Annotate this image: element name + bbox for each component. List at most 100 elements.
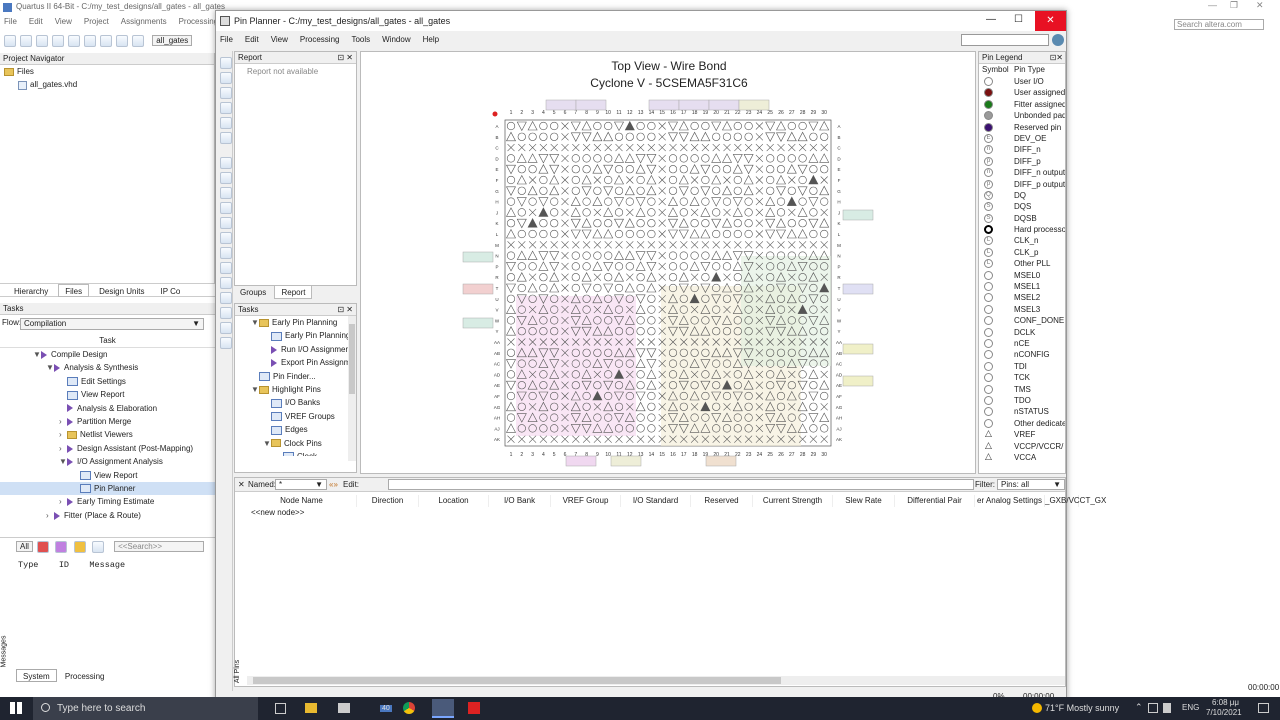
package-pin[interactable] bbox=[658, 273, 666, 281]
package-pin[interactable] bbox=[690, 121, 699, 131]
package-pin[interactable] bbox=[636, 132, 645, 141]
io-bank-box[interactable] bbox=[842, 343, 874, 355]
package-pin[interactable] bbox=[809, 435, 818, 443]
package-pin[interactable] bbox=[549, 272, 560, 282]
pin-tool-icon[interactable] bbox=[220, 132, 232, 144]
package-pin[interactable] bbox=[516, 250, 527, 260]
package-pin[interactable] bbox=[755, 176, 764, 184]
package-pin[interactable] bbox=[776, 186, 786, 196]
package-pin[interactable] bbox=[755, 230, 764, 238]
package-pin[interactable] bbox=[506, 294, 516, 303]
task-pin-planner[interactable]: Pin Planner bbox=[0, 481, 215, 496]
package-pin[interactable] bbox=[636, 338, 645, 346]
pp-menu-processing[interactable]: Processing bbox=[300, 35, 340, 44]
package-pin[interactable] bbox=[635, 207, 646, 217]
package-pin[interactable] bbox=[636, 424, 645, 433]
package-pin[interactable] bbox=[700, 186, 711, 196]
package-pin[interactable] bbox=[766, 165, 775, 174]
package-pin[interactable] bbox=[658, 241, 666, 249]
package-pin[interactable] bbox=[592, 196, 603, 206]
package-pin[interactable] bbox=[647, 305, 656, 314]
package-pin[interactable] bbox=[506, 326, 516, 336]
package-pin[interactable] bbox=[744, 132, 753, 141]
package-pin[interactable] bbox=[506, 316, 516, 325]
package-pin[interactable] bbox=[701, 273, 710, 282]
package-pin[interactable] bbox=[506, 359, 516, 369]
package-pin[interactable] bbox=[615, 241, 623, 249]
package-pin[interactable] bbox=[712, 241, 720, 249]
package-pin[interactable] bbox=[701, 121, 710, 131]
package-pin[interactable] bbox=[658, 230, 666, 238]
pin-tool-icon[interactable] bbox=[220, 292, 232, 304]
package-pin[interactable] bbox=[668, 229, 678, 240]
package-pin[interactable] bbox=[593, 241, 602, 249]
package-pin[interactable] bbox=[561, 143, 569, 152]
package-pin[interactable] bbox=[561, 273, 569, 281]
task-i-o-assignment-analysis[interactable]: ▼ I/O Assignment Analysis bbox=[0, 455, 215, 468]
package-pin[interactable] bbox=[614, 132, 624, 141]
package-pin[interactable] bbox=[646, 348, 657, 358]
package-pin[interactable] bbox=[539, 175, 548, 185]
package-pin[interactable] bbox=[788, 241, 796, 249]
io-bank-box[interactable] bbox=[545, 99, 577, 111]
volume-icon[interactable] bbox=[1163, 703, 1171, 713]
package-pin[interactable] bbox=[743, 174, 754, 185]
pin-tool-icon[interactable] bbox=[220, 232, 232, 244]
new-file-icon[interactable] bbox=[4, 35, 16, 47]
io-bank-box[interactable] bbox=[708, 99, 740, 111]
package-pin[interactable] bbox=[690, 186, 699, 195]
package-pin[interactable] bbox=[820, 424, 829, 433]
package-pin[interactable] bbox=[732, 207, 743, 217]
package-pin[interactable] bbox=[788, 208, 796, 217]
package-pin[interactable] bbox=[570, 229, 581, 240]
io-bank-box[interactable] bbox=[565, 455, 597, 467]
package-pin[interactable] bbox=[506, 273, 516, 282]
package-pin[interactable] bbox=[765, 121, 776, 132]
package-pin[interactable] bbox=[593, 176, 602, 184]
package-pin[interactable] bbox=[614, 250, 624, 260]
package-pin[interactable] bbox=[690, 273, 699, 281]
package-pin[interactable] bbox=[636, 219, 645, 228]
package-pin[interactable] bbox=[506, 219, 516, 228]
package-pin[interactable] bbox=[592, 131, 603, 142]
package-pin[interactable] bbox=[626, 176, 634, 184]
package-pin[interactable] bbox=[539, 143, 548, 152]
package-pin[interactable] bbox=[689, 164, 700, 174]
package-pin[interactable] bbox=[755, 197, 764, 206]
package-pin[interactable] bbox=[658, 122, 666, 130]
quartus-taskbar-icon[interactable] bbox=[432, 699, 454, 718]
tab-system[interactable]: System bbox=[16, 669, 57, 682]
notification-icon[interactable] bbox=[1258, 703, 1269, 713]
package-pin[interactable] bbox=[744, 208, 753, 217]
tab-processing[interactable]: Processing bbox=[59, 670, 111, 683]
package-pin[interactable] bbox=[571, 165, 580, 174]
package-pin[interactable] bbox=[646, 251, 657, 261]
package-pin[interactable] bbox=[582, 143, 591, 152]
package-pin[interactable] bbox=[624, 120, 635, 131]
package-pin[interactable] bbox=[732, 164, 743, 174]
package-pin[interactable] bbox=[690, 208, 699, 217]
package-pin[interactable] bbox=[571, 251, 580, 260]
package-pin[interactable] bbox=[647, 316, 656, 325]
package-pin[interactable] bbox=[722, 153, 732, 163]
package-pin[interactable] bbox=[604, 241, 612, 249]
package-pin[interactable] bbox=[797, 131, 808, 142]
package-pin[interactable] bbox=[506, 413, 516, 422]
package-pin[interactable] bbox=[701, 175, 710, 185]
package-pin[interactable] bbox=[658, 197, 666, 206]
package-pin[interactable] bbox=[786, 228, 797, 239]
package-pin[interactable] bbox=[809, 132, 818, 141]
package-pin[interactable] bbox=[743, 154, 754, 164]
package-pin[interactable] bbox=[636, 370, 645, 379]
package-pin[interactable] bbox=[517, 165, 526, 174]
package-pin[interactable] bbox=[561, 187, 569, 195]
package-pin[interactable] bbox=[646, 174, 657, 185]
package-pin[interactable] bbox=[528, 132, 537, 141]
pin-tool-icon[interactable] bbox=[220, 262, 232, 274]
package-pin[interactable] bbox=[506, 131, 516, 142]
package-pin[interactable] bbox=[506, 391, 516, 401]
package-pin[interactable] bbox=[690, 176, 699, 184]
package-pin[interactable] bbox=[581, 283, 592, 294]
package-pin[interactable] bbox=[517, 132, 526, 141]
package-pin[interactable] bbox=[689, 261, 700, 271]
